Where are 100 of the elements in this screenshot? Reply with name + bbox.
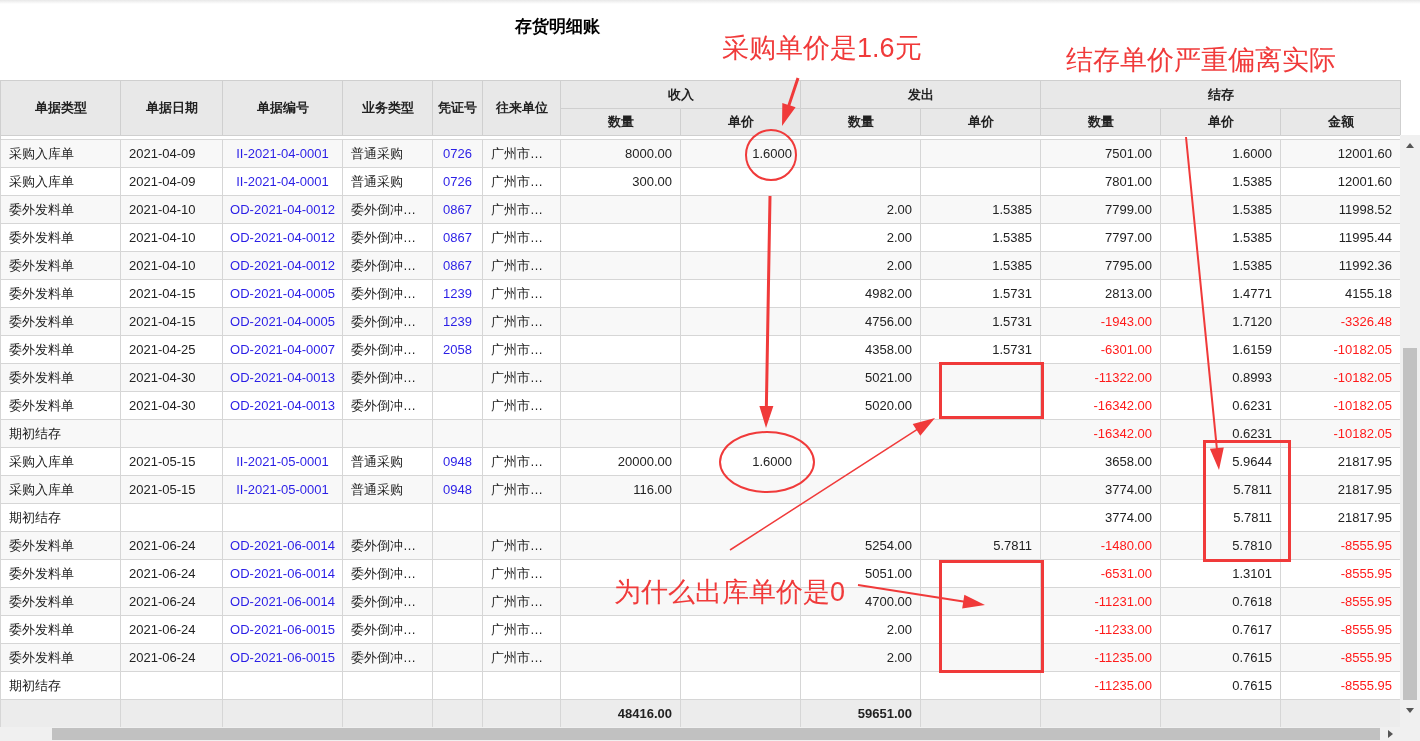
document-number-link[interactable]: OD-2021-04-0005	[222, 279, 343, 308]
voucher-number-link[interactable]: 0867	[432, 223, 483, 252]
document-type-cell: 委外发料单	[0, 643, 121, 672]
document-number-link[interactable]: OD-2021-04-0007	[222, 335, 343, 364]
column-header[interactable]: 单据编号	[222, 80, 343, 136]
column-header[interactable]: 单价	[920, 108, 1041, 136]
voucher-number-link[interactable]: 0948	[432, 447, 483, 476]
column-header[interactable]: 业务类型	[342, 80, 433, 136]
document-number-link[interactable]: OD-2021-04-0005	[222, 307, 343, 336]
partner-cell: 广州市…	[482, 279, 561, 308]
voucher-number-link[interactable]: 0948	[432, 475, 483, 504]
voucher-number-link[interactable]: 0726	[432, 167, 483, 196]
report-title: 存货明细账	[515, 17, 600, 36]
document-number-link[interactable]: OD-2021-06-0015	[222, 643, 343, 672]
document-type-cell: 委外发料单	[0, 223, 121, 252]
quantity-cell: 300.00	[560, 167, 681, 196]
column-header[interactable]: 数量	[1040, 108, 1161, 136]
document-number-link[interactable]: OD-2021-04-0012	[222, 223, 343, 252]
scroll-up-icon[interactable]	[1406, 143, 1414, 148]
quantity-cell: 3658.00	[1040, 447, 1161, 476]
quantity-cell: 5020.00	[800, 391, 921, 420]
column-header[interactable]: 往来单位	[482, 80, 561, 136]
column-header[interactable]: 单据类型	[0, 80, 121, 136]
quantity-cell: 5021.00	[800, 363, 921, 392]
date-cell: 2021-06-24	[120, 615, 223, 644]
column-header[interactable]: 数量	[800, 108, 921, 136]
unit-price-cell: 1.5385	[920, 251, 1041, 280]
unit-price-cell: 1.5385	[920, 223, 1041, 252]
partner-cell: 广州市…	[482, 559, 561, 588]
business-type-cell: 委外倒冲…	[342, 531, 433, 560]
document-type-cell: 采购入库单	[0, 139, 121, 168]
document-type-cell: 采购入库单	[0, 167, 121, 196]
document-number-link[interactable]: OD-2021-04-0013	[222, 391, 343, 420]
document-number-link[interactable]: OD-2021-04-0013	[222, 363, 343, 392]
quantity-cell: -16342.00	[1040, 419, 1161, 448]
document-number-link[interactable]: II-2021-05-0001	[222, 447, 343, 476]
document-number-link[interactable]: OD-2021-06-0014	[222, 559, 343, 588]
quantity-cell: 116.00	[560, 475, 681, 504]
date-cell: 2021-04-09	[120, 167, 223, 196]
date-cell: 2021-04-10	[120, 195, 223, 224]
document-type-cell: 委外发料单	[0, 391, 121, 420]
partner-cell: 广州市…	[482, 615, 561, 644]
business-type-cell: 委外倒冲…	[342, 559, 433, 588]
quantity-cell: -1943.00	[1040, 307, 1161, 336]
document-number-link[interactable]: OD-2021-06-0014	[222, 587, 343, 616]
document-number-link[interactable]: II-2021-04-0001	[222, 139, 343, 168]
document-type-cell: 委外发料单	[0, 559, 121, 588]
partner-cell: 广州市…	[482, 139, 561, 168]
voucher-number-link[interactable]: 1239	[432, 279, 483, 308]
business-type-cell: 普通采购	[342, 475, 433, 504]
annotation-text: 结存单价严重偏离实际	[1066, 44, 1336, 77]
voucher-number-link[interactable]: 0726	[432, 139, 483, 168]
date-cell: 2021-04-10	[120, 223, 223, 252]
business-type-cell: 委外倒冲…	[342, 223, 433, 252]
business-type-cell: 委外倒冲…	[342, 363, 433, 392]
quantity-cell: 4358.00	[800, 335, 921, 364]
unit-price-cell: 1.5731	[920, 307, 1041, 336]
document-type-cell: 委外发料单	[0, 363, 121, 392]
quantity-cell: 7795.00	[1040, 251, 1161, 280]
date-cell: 2021-04-15	[120, 279, 223, 308]
column-header[interactable]: 单价	[1160, 108, 1281, 136]
column-header[interactable]: 数量	[560, 108, 681, 136]
business-type-cell: 委外倒冲…	[342, 279, 433, 308]
partner-cell: 广州市…	[482, 195, 561, 224]
vertical-scrollbar[interactable]	[1400, 135, 1420, 727]
unit-price-cell: 1.3101	[1160, 559, 1281, 588]
voucher-number-link[interactable]: 0867	[432, 251, 483, 280]
document-number-link[interactable]: OD-2021-06-0015	[222, 615, 343, 644]
voucher-number-link[interactable]: 1239	[432, 307, 483, 336]
partner-cell: 广州市…	[482, 307, 561, 336]
column-header[interactable]: 凭证号	[432, 80, 483, 136]
date-cell: 2021-04-09	[120, 139, 223, 168]
unit-price-cell: 5.7811	[920, 531, 1041, 560]
date-cell: 2021-04-10	[120, 251, 223, 280]
document-number-link[interactable]: OD-2021-06-0014	[222, 531, 343, 560]
horizontal-scrollbar[interactable]	[0, 727, 1420, 741]
document-number-link[interactable]: II-2021-04-0001	[222, 167, 343, 196]
column-header[interactable]: 单据日期	[120, 80, 223, 136]
voucher-number-link[interactable]: 0867	[432, 195, 483, 224]
business-type-cell: 普通采购	[342, 447, 433, 476]
partner-cell: 广州市…	[482, 447, 561, 476]
business-type-cell: 委外倒冲…	[342, 643, 433, 672]
partner-cell: 广州市…	[482, 587, 561, 616]
document-number-link[interactable]: II-2021-05-0001	[222, 475, 343, 504]
business-type-cell: 委外倒冲…	[342, 307, 433, 336]
arrow	[782, 77, 800, 126]
unit-price-cell: 0.7615	[1160, 643, 1281, 672]
scroll-down-icon[interactable]	[1406, 708, 1414, 713]
quantity-cell: 4982.00	[800, 279, 921, 308]
unit-price-cell: 1.5385	[920, 195, 1041, 224]
column-header[interactable]: 金额	[1280, 108, 1401, 136]
quantity-cell: 5254.00	[800, 531, 921, 560]
scroll-right-icon[interactable]	[1388, 730, 1393, 738]
voucher-number-link[interactable]: 2058	[432, 335, 483, 364]
document-number-link[interactable]: OD-2021-04-0012	[222, 195, 343, 224]
document-number-link[interactable]: OD-2021-04-0012	[222, 251, 343, 280]
date-cell: 2021-06-24	[120, 531, 223, 560]
quantity-cell: 7501.00	[1040, 139, 1161, 168]
quantity-cell: 3774.00	[1040, 503, 1161, 532]
quantity-cell: 2813.00	[1040, 279, 1161, 308]
